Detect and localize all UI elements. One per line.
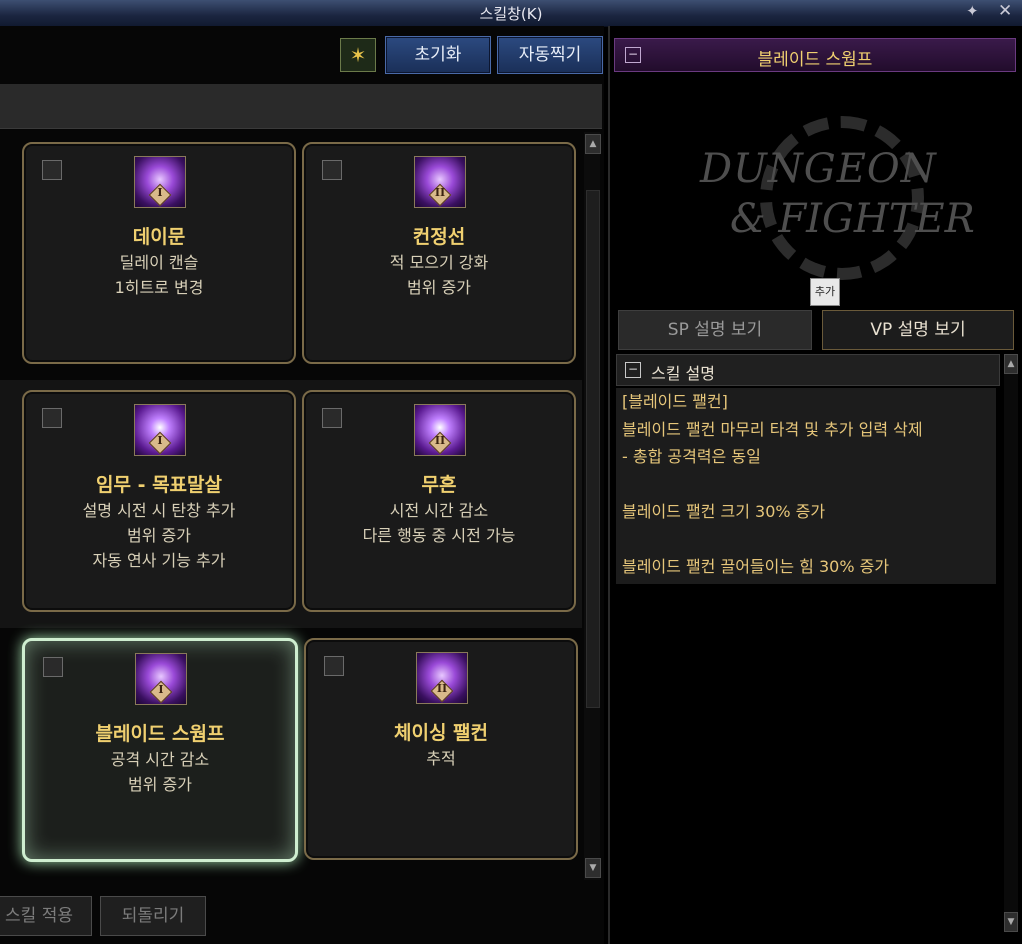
apply-skill-button[interactable]: 스킬 적용 xyxy=(0,896,92,936)
skill-checkbox[interactable] xyxy=(322,408,342,428)
skill-description: 딜레이 캔슬 1히트로 변경 xyxy=(114,253,204,297)
skill-detail-panel: − 블레이드 스웜프 DUNGEON & FIGHTER 추가 SP 설명 보기… xyxy=(608,26,1022,944)
skill-icon: I xyxy=(135,653,187,705)
skill-name: 데이문 xyxy=(132,226,186,248)
skill-checkbox[interactable] xyxy=(322,160,342,180)
scroll-up-icon[interactable]: ▲ xyxy=(585,134,601,154)
skill-name: 체이싱 팰컨 xyxy=(393,722,488,744)
revert-button[interactable]: 되돌리기 xyxy=(100,896,206,936)
skill-description: 설명 시전 시 탄창 추가 범위 증가 자동 연사 기능 추가 xyxy=(82,501,236,570)
scroll-down-icon[interactable]: ▼ xyxy=(1004,912,1018,932)
skill-card-selected[interactable]: I 블레이드 스웜프 공격 시간 감소 범위 증가 xyxy=(22,638,298,862)
skill-checkbox[interactable] xyxy=(42,408,62,428)
skill-description-header: − 스킬 설명 xyxy=(616,354,1000,386)
skill-icon: I xyxy=(134,156,186,208)
pin-icon[interactable]: ✦ xyxy=(966,2,979,20)
close-icon[interactable]: ✕ xyxy=(998,1,1012,21)
skill-filter-icon[interactable]: ✶ xyxy=(340,38,376,72)
skill-card[interactable]: I 데이문 딜레이 캔슬 1히트로 변경 xyxy=(22,142,296,364)
game-logo: DUNGEON & FIGHTER xyxy=(670,86,975,306)
skill-description: 공격 시간 감소 범위 증가 xyxy=(110,750,210,794)
window-title: 스킬창(K) xyxy=(479,5,543,23)
tab-vp-description[interactable]: VP 설명 보기 xyxy=(822,310,1014,350)
section-title: 스킬 설명 xyxy=(651,364,715,383)
description-line xyxy=(616,526,996,554)
description-line: 블레이드 팰컨 마무리 타격 및 추가 입력 삭제 xyxy=(622,419,923,439)
skill-checkbox[interactable] xyxy=(324,656,344,676)
skill-card[interactable]: II 컨정선 적 모으기 강화 범위 증가 xyxy=(302,142,576,364)
skill-icon: II xyxy=(414,156,466,208)
auto-assign-button[interactable]: 자동찍기 xyxy=(497,36,603,74)
description-line: 블레이드 팰컨 끌어들이는 힘 30% 증가 xyxy=(622,557,890,576)
skill-grid: I 데이문 딜레이 캔슬 1히트로 변경 II 컨정선 적 모으기 강화 범위 증가… xyxy=(0,132,582,880)
skill-grid-scrollbar[interactable]: ▲ ▼ xyxy=(584,132,601,880)
tab-sp-description[interactable]: SP 설명 보기 xyxy=(618,310,812,350)
window-titlebar[interactable]: 스킬창(K) ✦ ✕ xyxy=(0,0,1022,27)
skill-description: 적 모으기 강화 범위 증가 xyxy=(389,253,489,297)
skill-name: 블레이드 스웜프 xyxy=(95,723,225,745)
detail-title: 블레이드 스웜프 xyxy=(757,50,873,70)
skill-name: 무흔 xyxy=(421,474,457,496)
skill-description: 추적 xyxy=(426,749,456,768)
detail-scrollbar[interactable]: ▲ ▼ xyxy=(1004,354,1018,932)
skill-checkbox[interactable] xyxy=(42,160,62,180)
skill-icon: II xyxy=(414,404,466,456)
skill-description: 시전 시간 감소 다른 행동 중 시전 가능 xyxy=(362,501,516,545)
skill-name: 임무 - 목표말살 xyxy=(96,474,222,496)
skill-card[interactable]: I 임무 - 목표말살 설명 시전 시 탄창 추가 범위 증가 자동 연사 기능 추… xyxy=(22,390,296,612)
skill-name: 컨정선 xyxy=(412,226,466,248)
category-strip xyxy=(0,84,602,129)
description-line: 블레이드 팰컨 크기 30% 증가 xyxy=(622,502,826,521)
skill-panel: ✶ 초기화 자동찍기 I 데이문 딜레이 캔슬 1히트로 변경 II 컨정선 적 … xyxy=(0,26,604,944)
collapse-icon[interactable]: − xyxy=(625,362,641,378)
skill-card[interactable]: II 무흔 시전 시간 감소 다른 행동 중 시전 가능 xyxy=(302,390,576,612)
skill-icon: II xyxy=(416,652,468,704)
description-line: [블레이드 팰컨] xyxy=(622,392,728,411)
skill-icon: I xyxy=(134,404,186,456)
description-line: - 총합 공격력은 동일 xyxy=(622,447,761,466)
scrollbar-thumb[interactable] xyxy=(586,190,600,708)
add-tooltip: 추가 xyxy=(810,278,840,306)
skill-description-text: [블레이드 팰컨] 블레이드 팰컨 마무리 타격 및 추가 입력 삭제 - 총합… xyxy=(616,388,996,584)
detail-header: − 블레이드 스웜프 xyxy=(614,38,1016,72)
scroll-up-icon[interactable]: ▲ xyxy=(1004,354,1018,374)
scroll-down-icon[interactable]: ▼ xyxy=(585,858,601,878)
skill-card[interactable]: II 체이싱 팰컨 추적 xyxy=(304,638,578,860)
skill-checkbox[interactable] xyxy=(43,657,63,677)
reset-button[interactable]: 초기화 xyxy=(385,36,491,74)
description-line xyxy=(616,471,996,499)
